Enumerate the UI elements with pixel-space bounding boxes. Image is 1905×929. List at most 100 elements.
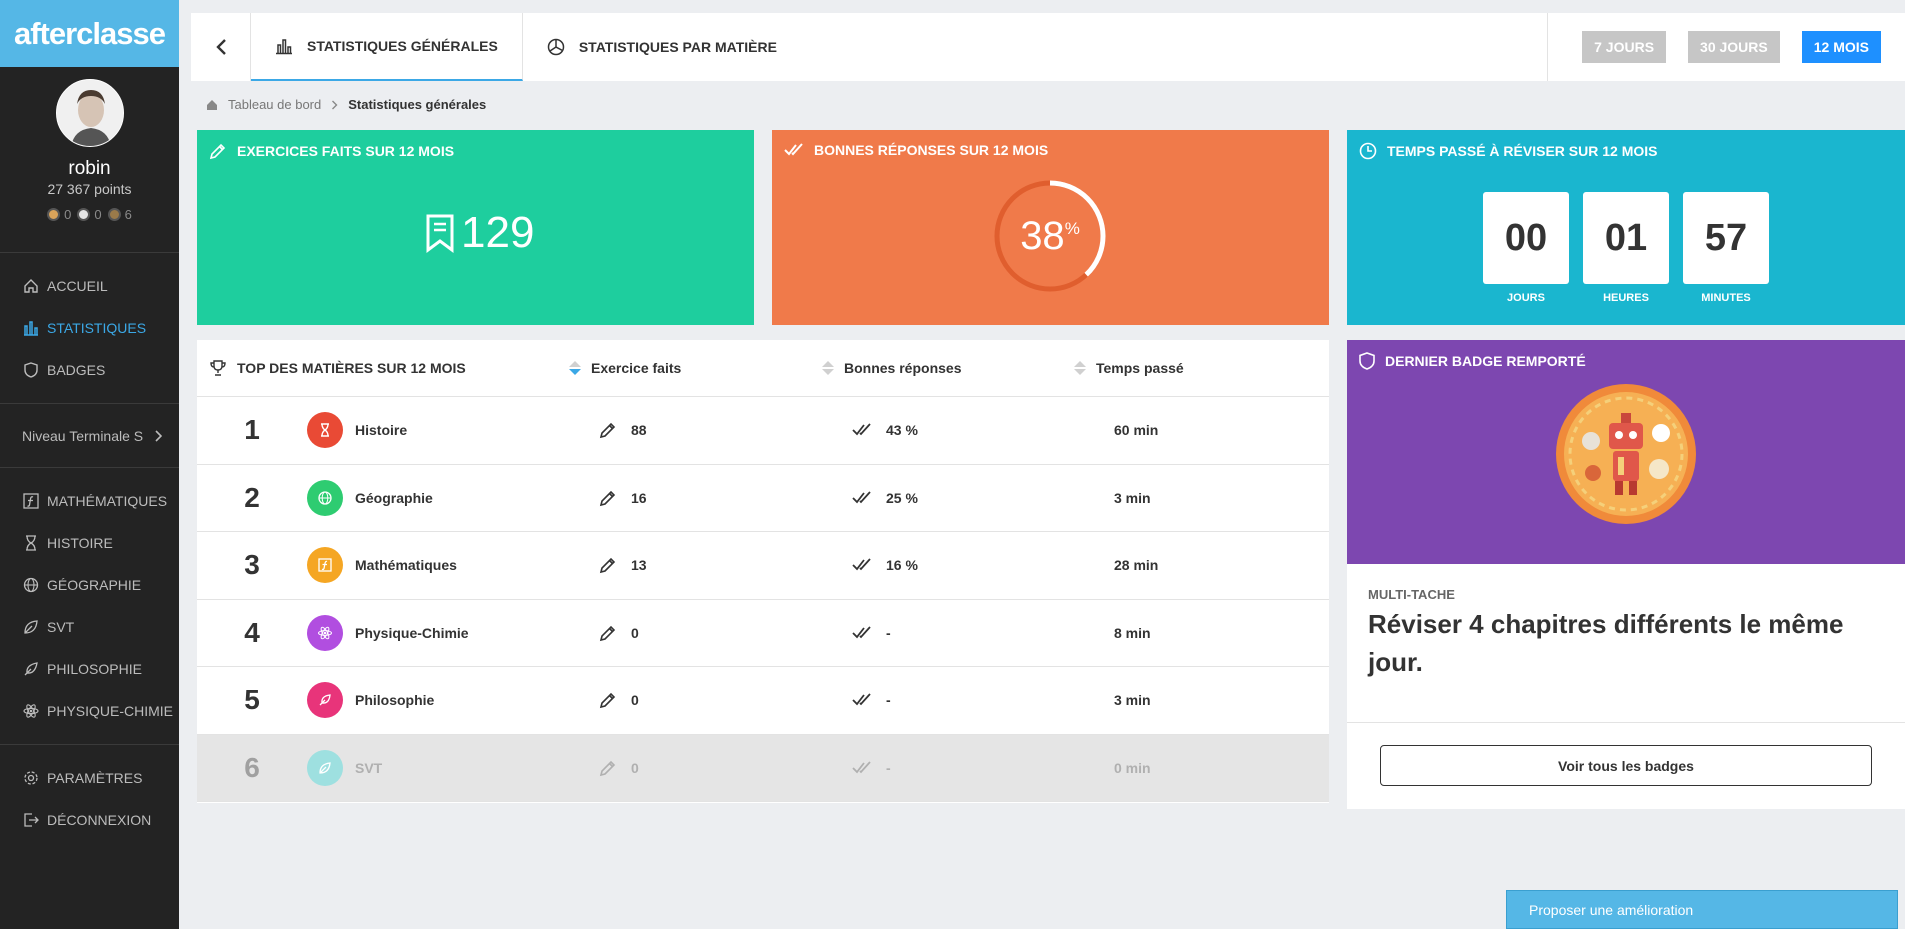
leaf-icon — [22, 618, 40, 636]
trophy-icon — [209, 359, 227, 377]
pencil-icon — [599, 421, 617, 439]
time-cell: 8 min — [1114, 624, 1151, 641]
column-temps-passe[interactable]: Temps passé — [1074, 360, 1184, 376]
breadcrumb-current: Statistiques générales — [348, 97, 487, 112]
badge-category: MULTI-TACHE — [1368, 587, 1455, 602]
subjects-nav: Mathématiques Histoire Géographie SVT Ph… — [0, 468, 179, 745]
subject-name: Physique-Chimie — [355, 624, 469, 641]
hourglass-icon — [307, 412, 343, 449]
badge-divider — [1347, 722, 1905, 723]
period-7-jours-button[interactable]: 7 JOURS — [1582, 31, 1667, 63]
pencil-icon — [599, 624, 617, 642]
exercises-cell: 16 — [599, 489, 852, 507]
proposer-amelioration-button[interactable]: Proposer une amélioration — [1506, 890, 1898, 929]
double-check-icon — [784, 142, 804, 158]
time-cell: 3 min — [1114, 489, 1151, 506]
avatar[interactable] — [55, 79, 124, 147]
feather-icon — [22, 660, 40, 678]
table-row[interactable]: 6 SVT 0 - 0 min — [197, 734, 1329, 802]
tab-statistiques-par-matiere[interactable]: STATISTIQUES PAR MATIÈRE — [523, 13, 801, 81]
top-subjects-table: TOP DES MATIÈRES SUR 12 MOIS Exercice fa… — [197, 340, 1329, 803]
level-selector[interactable]: Niveau Terminale S — [0, 404, 179, 468]
breadcrumb-separator — [331, 100, 338, 110]
double-check-icon — [852, 692, 872, 708]
breadcrumb-root[interactable]: Tableau de bord — [228, 97, 321, 112]
nav-histoire[interactable]: Histoire — [0, 522, 179, 564]
double-check-icon — [852, 490, 872, 506]
badge-banner: DERNIER BADGE REMPORTÉ — [1347, 340, 1905, 564]
exercises-cell: 88 — [599, 421, 852, 439]
subject-cell: SVT — [307, 749, 599, 786]
rank: 6 — [244, 751, 260, 783]
bar-chart-icon — [275, 37, 293, 55]
time-spent-card-header: Temps passé à réviser sur 12 mois — [1359, 142, 1657, 160]
pencil-icon — [599, 489, 617, 507]
function-icon — [307, 547, 343, 584]
nav-philosophie[interactable]: Philosophie — [0, 648, 179, 690]
exercises-card-header: Exercices faits sur 12 mois — [209, 142, 454, 160]
logout-icon — [22, 811, 40, 829]
nav-deconnexion[interactable]: Déconnexion — [0, 799, 179, 841]
badge-description: Réviser 4 chapitres différents le même j… — [1368, 609, 1844, 677]
period-30-jours-button[interactable]: 30 JOURS — [1688, 31, 1780, 63]
correct-answers-cell: - — [852, 625, 1104, 641]
nav-accueil[interactable]: Accueil — [0, 265, 179, 307]
correct-answers-card-header: Bonnes réponses sur 12 mois — [784, 142, 1048, 158]
table-row[interactable]: 1 Histoire 88 43 % 60 min — [197, 397, 1329, 465]
table-row[interactable]: 2 Géographie 16 25 % 3 min — [197, 465, 1329, 532]
subject-cell: Histoire — [307, 412, 599, 449]
exercises-cell: 0 — [599, 691, 852, 709]
nav-mathematiques[interactable]: Mathématiques — [0, 480, 179, 522]
correct-answers-cell: - — [852, 692, 1104, 708]
home-icon[interactable] — [206, 99, 218, 111]
bookmark-list-icon — [425, 213, 455, 253]
clock-icon — [1359, 142, 1377, 160]
nav-geographie[interactable]: Géographie — [0, 564, 179, 606]
feather-icon — [307, 682, 343, 719]
table-row[interactable]: 3 Mathématiques 13 16 % 28 min — [197, 532, 1329, 600]
atom-icon — [22, 702, 40, 720]
double-check-icon — [852, 422, 872, 438]
hourglass-icon — [22, 534, 40, 552]
gear-icon — [22, 769, 40, 787]
table-row[interactable]: 4 Physique-Chimie 0 - 8 min — [197, 600, 1329, 667]
timer-days: 00 Jours — [1483, 192, 1569, 304]
sort-icon — [569, 361, 581, 375]
column-exercices-faits[interactable]: Exercice faits — [569, 360, 822, 376]
time-cell: 28 min — [1114, 557, 1159, 574]
nav-physique-chimie[interactable]: Physique-Chimie — [0, 690, 179, 732]
column-bonnes-reponses[interactable]: Bonnes réponses — [822, 360, 1074, 376]
sidebar: afterclasse robin 27 367 points 0 0 6 Ac… — [0, 0, 179, 929]
globe-icon — [22, 576, 40, 594]
sort-icon — [1074, 361, 1086, 375]
pencil-icon — [599, 556, 617, 574]
table-row[interactable]: 5 Philosophie 0 - 3 min — [197, 667, 1329, 735]
leaf-icon — [307, 749, 343, 786]
table-header: TOP DES MATIÈRES SUR 12 MOIS Exercice fa… — [197, 340, 1329, 397]
nav-statistiques[interactable]: Statistiques — [0, 307, 179, 349]
breadcrumb: Tableau de bord Statistiques générales — [206, 97, 486, 112]
pencil-icon — [599, 691, 617, 709]
rank: 1 — [244, 414, 260, 446]
voir-tous-les-badges-button[interactable]: Voir tous les badges — [1380, 745, 1872, 786]
gold-medal: 0 — [47, 207, 71, 222]
nav-badges[interactable]: Badges — [0, 349, 179, 391]
nav-parametres[interactable]: Paramètres — [0, 757, 179, 799]
atom-icon — [307, 614, 343, 651]
afterclasse-logo[interactable]: afterclasse — [0, 0, 179, 67]
globe-icon — [307, 479, 343, 516]
tab-statistiques-generales[interactable]: STATISTIQUES GÉNÉRALES — [251, 13, 523, 81]
shield-icon — [1359, 352, 1375, 370]
time-cell: 3 min — [1114, 692, 1151, 709]
exercises-cell: 0 — [599, 759, 852, 777]
nav-svt[interactable]: SVT — [0, 606, 179, 648]
timer-hours: 01 Heures — [1583, 192, 1669, 304]
period-12-mois-button[interactable]: 12 MOIS — [1801, 31, 1881, 63]
double-check-icon — [852, 557, 872, 573]
period-selector: 7 JOURS 30 JOURS 12 MOIS — [1547, 13, 1905, 81]
double-check-icon — [852, 625, 872, 641]
back-button[interactable] — [191, 13, 251, 81]
subject-cell: Philosophie — [307, 682, 599, 719]
subject-name: SVT — [355, 759, 383, 776]
main-nav: Accueil Statistiques Badges — [0, 253, 179, 404]
